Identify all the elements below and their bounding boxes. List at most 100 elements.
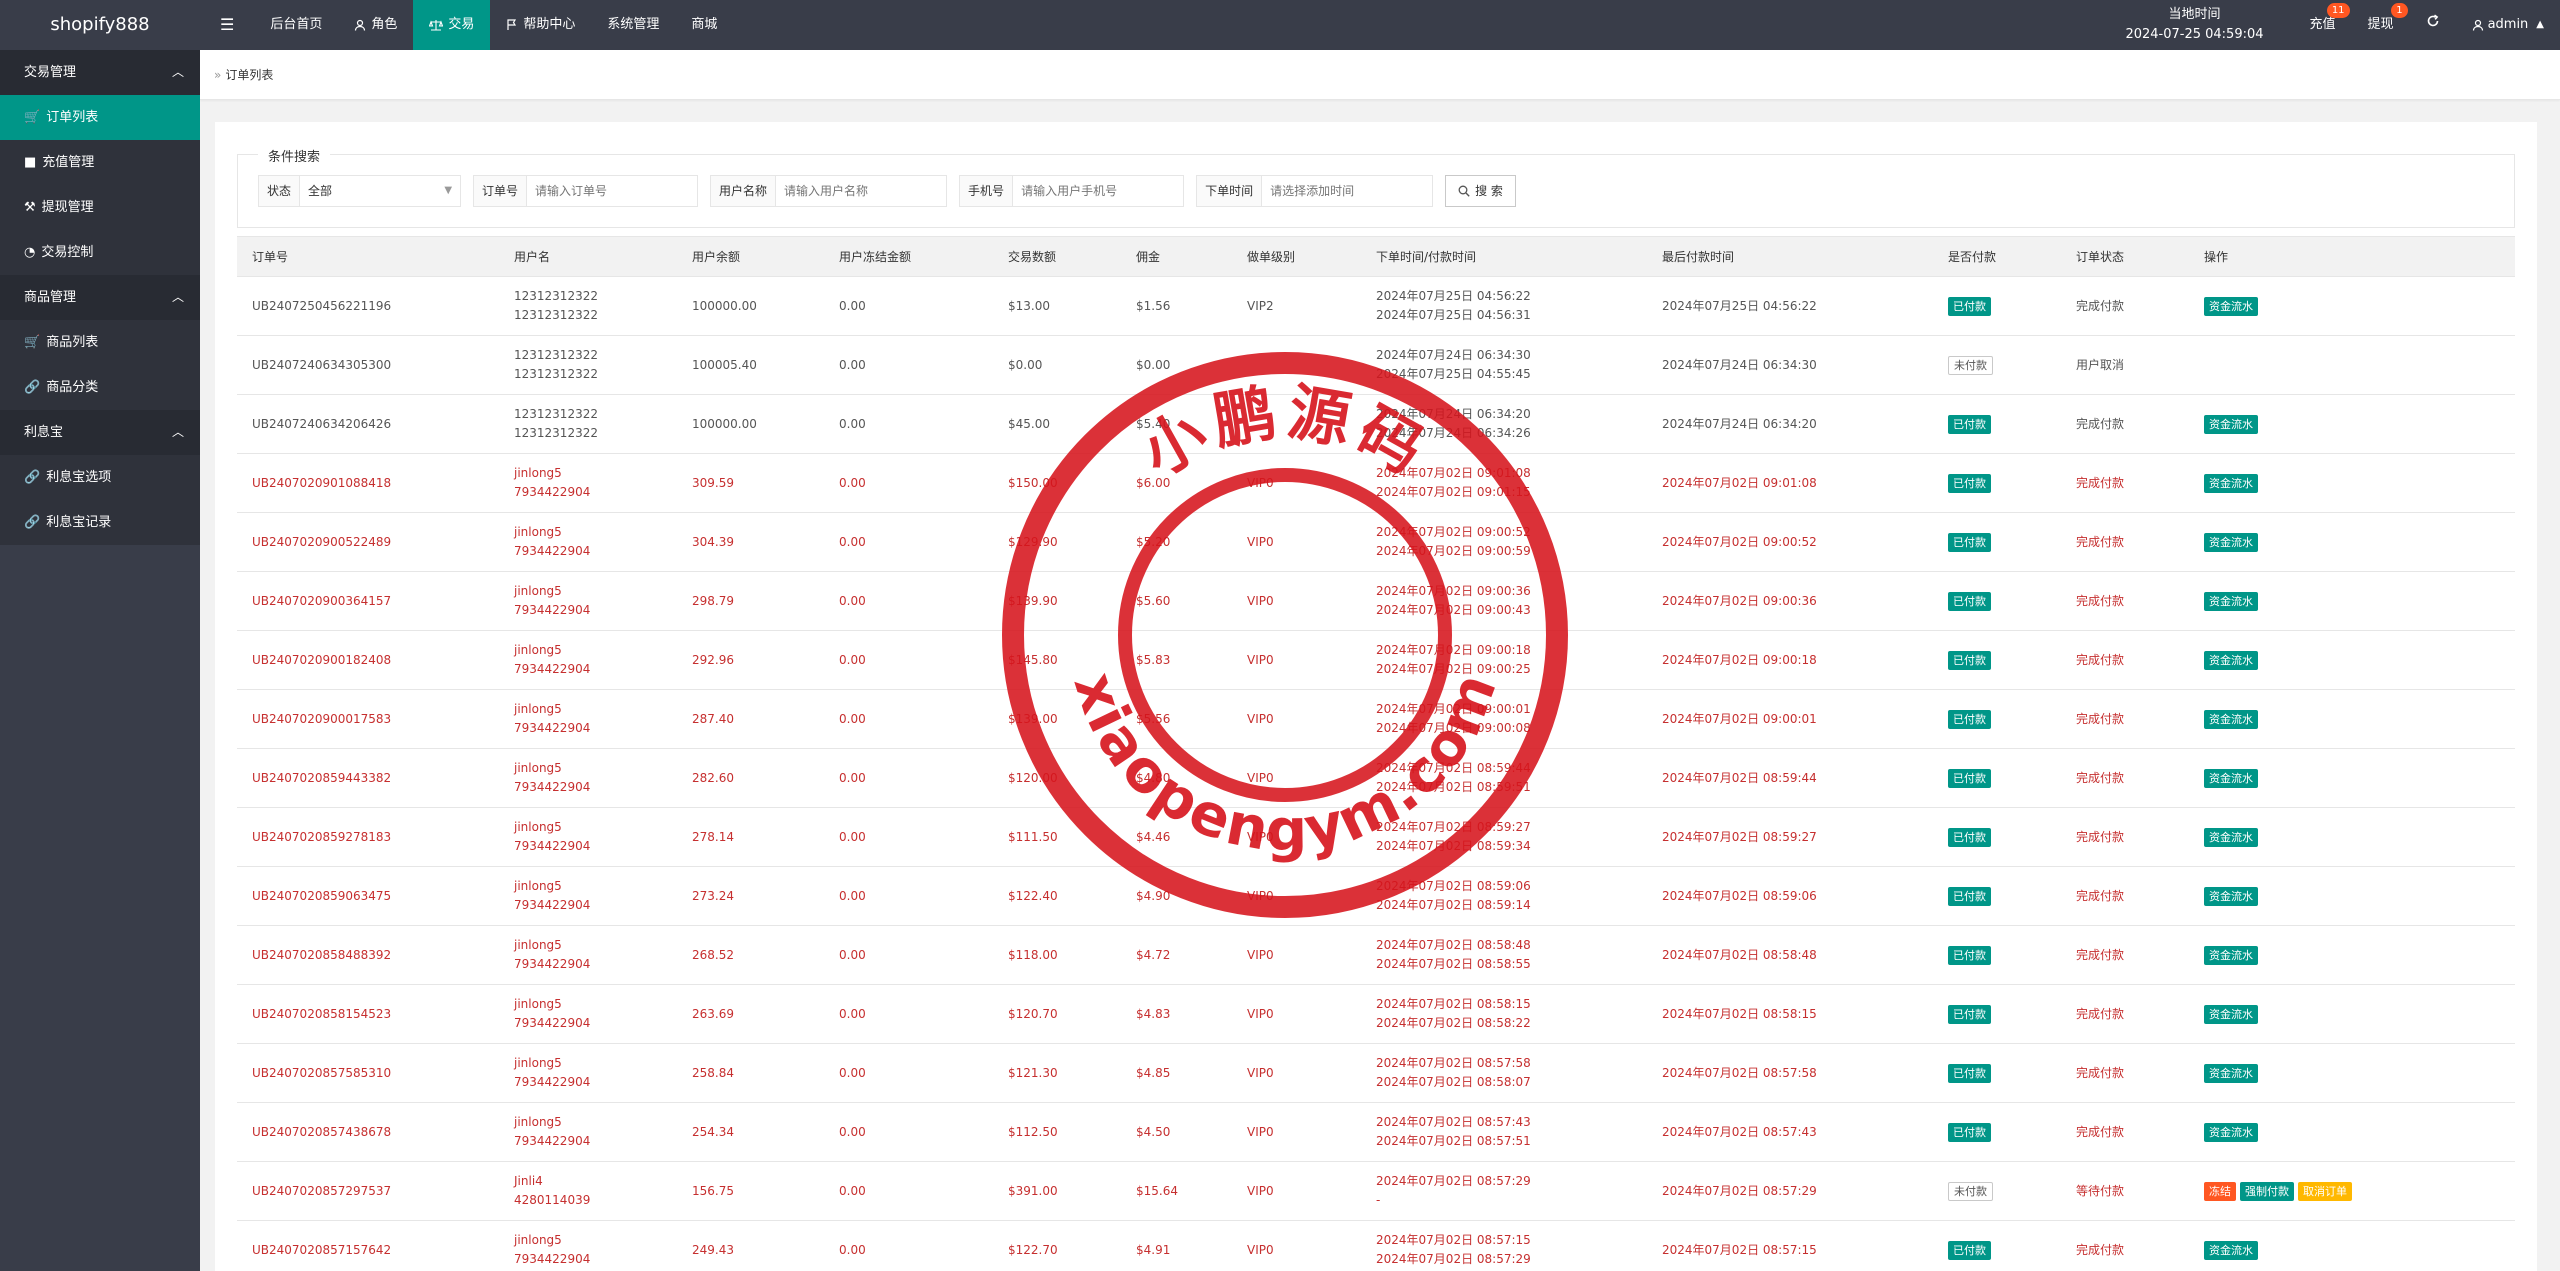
phone-filter: 手机号 <box>959 175 1185 207</box>
fund-flow-button[interactable]: 资金流水 <box>2204 827 2258 847</box>
paid-status-badge: 已付款 <box>1948 827 1991 847</box>
fund-flow-button[interactable]: 资金流水 <box>2204 1122 2258 1142</box>
app-logo[interactable]: shopify888 <box>0 0 200 50</box>
sidebar-item-withdraw[interactable]: ⚒ 提现管理 <box>0 185 200 230</box>
topnav-mall[interactable]: 商城 <box>675 0 733 50</box>
table-row: UB2407020858488392 jinlong5 7934422904 268.… <box>237 925 2515 985</box>
fund-flow-button[interactable]: 资金流水 <box>2204 1240 2258 1260</box>
fund-flow-button[interactable]: 资金流水 <box>2204 1063 2258 1083</box>
menu-toggle-icon[interactable]: ☰ <box>200 0 254 50</box>
recharge-link[interactable]: 充值 11 <box>2294 0 2352 50</box>
table-cell: VIP0 <box>1232 453 1361 513</box>
table-cell: VIP2 <box>1232 276 1361 336</box>
table-cell: 0.00 <box>824 630 993 690</box>
table-cell: 资金流水 <box>2189 1043 2515 1103</box>
paid-status-badge: 已付款 <box>1948 650 1991 670</box>
table-cell: 254.34 <box>677 1102 824 1162</box>
table-cell: jinlong5 7934422904 <box>499 512 677 572</box>
fund-flow-button[interactable]: 资金流水 <box>2204 296 2258 316</box>
time-input[interactable] <box>1262 176 1433 206</box>
table-row: UB2407020857585310 jinlong5 7934422904 258.… <box>237 1043 2515 1103</box>
status-select[interactable]: 全部 ▼ <box>300 176 460 206</box>
table-cell: $0.00 <box>1121 335 1232 395</box>
topnav-system[interactable]: 系统管理 <box>591 0 675 50</box>
table-cell: 278.14 <box>677 807 824 867</box>
sidebar-group-interest[interactable]: 利息宝 ︿ <box>0 410 200 455</box>
cart-icon: 🛒 <box>24 110 41 125</box>
sidebar-item-goods-list[interactable]: 🛒 商品列表 <box>0 320 200 365</box>
sidebar-item-interest-records[interactable]: 🔗 利息宝记录 <box>0 500 200 545</box>
cancel-order-button[interactable]: 取消订单 <box>2298 1181 2352 1201</box>
table-cell: 100000.00 <box>677 394 824 454</box>
force-pay-button[interactable]: 强制付款 <box>2240 1181 2294 1201</box>
table-cell: UB2407250456221196 <box>237 276 499 336</box>
table-cell: 2024年07月02日 08:57:29 <box>1647 1161 1933 1221</box>
sidebar-group-trade[interactable]: 交易管理 ︿ <box>0 50 200 95</box>
fund-flow-button[interactable]: 资金流水 <box>2204 886 2258 906</box>
table-cell: $5.83 <box>1121 630 1232 690</box>
sidebar-item-interest-options[interactable]: 🔗 利息宝选项 <box>0 455 200 500</box>
fund-flow-button[interactable]: 资金流水 <box>2204 945 2258 965</box>
table-cell: UB2407020859278183 <box>237 807 499 867</box>
orders-table: 订单号 用户名 用户余额 用户冻结金额 交易数额 佣金 做单级别 下单时间/付款时间 最后付款时… <box>237 236 2515 1271</box>
username-input[interactable] <box>776 176 947 206</box>
table-cell: $120.00 <box>993 748 1121 808</box>
table-cell: 2024年07月02日 09:00:01 2024年07月02日 09:00:08 <box>1361 689 1647 749</box>
scale-icon <box>429 20 444 31</box>
table-cell: jinlong5 7934422904 <box>499 1043 677 1103</box>
topnav-role[interactable]: 角色 <box>338 0 413 50</box>
withdraw-link[interactable]: 提现 1 <box>2352 0 2410 50</box>
table-cell: UB2407020900364157 <box>237 571 499 631</box>
sidebar-group-goods[interactable]: 商品管理 ︿ <box>0 275 200 320</box>
table-cell: 2024年07月25日 04:56:22 <box>1647 276 1933 336</box>
user-menu[interactable]: admin ▲ <box>2456 0 2560 50</box>
table-cell: 0.00 <box>824 1043 993 1103</box>
fund-flow-button[interactable]: 资金流水 <box>2204 709 2258 729</box>
table-cell: UB2407020900017583 <box>237 689 499 749</box>
fund-flow-button[interactable]: 资金流水 <box>2204 414 2258 434</box>
table-cell: 已付款 <box>1933 276 2061 336</box>
refresh-icon[interactable] <box>2410 0 2456 50</box>
table-cell: 0.00 <box>824 512 993 572</box>
withdraw-badge: 1 <box>2391 3 2408 18</box>
time-filter: 下单时间 <box>1196 175 1434 207</box>
table-cell: 完成付款 <box>2061 689 2189 749</box>
topnav-trade[interactable]: 交易 <box>413 0 491 50</box>
table-cell: jinlong5 7934422904 <box>499 748 677 808</box>
table-cell: VIP0 <box>1232 925 1361 985</box>
table-cell: 已付款 <box>1933 807 2061 867</box>
fund-flow-button[interactable]: 资金流水 <box>2204 650 2258 670</box>
table-cell: VIP0 <box>1232 1161 1361 1221</box>
table-cell: UB2407020858154523 <box>237 984 499 1044</box>
sidebar-item-orders[interactable]: 🛒 订单列表 <box>0 95 200 140</box>
sidebar-item-recharge[interactable]: ■ 充值管理 <box>0 140 200 185</box>
table-row: UB2407020857438678 jinlong5 7934422904 254.… <box>237 1102 2515 1162</box>
fund-flow-button[interactable]: 资金流水 <box>2204 1004 2258 1024</box>
paid-status-badge: 未付款 <box>1948 355 1993 375</box>
freeze-button[interactable]: 冻结 <box>2204 1181 2236 1201</box>
table-cell: UB2407020859063475 <box>237 866 499 926</box>
table-cell: $122.70 <box>993 1220 1121 1271</box>
table-cell: $139.00 <box>993 689 1121 749</box>
phone-input[interactable] <box>1013 176 1184 206</box>
table-cell <box>1232 335 1361 395</box>
topnav-help[interactable]: 帮助中心 <box>490 0 591 50</box>
table-cell: 0.00 <box>824 748 993 808</box>
table-cell: 等待付款 <box>2061 1161 2189 1221</box>
fund-flow-button[interactable]: 资金流水 <box>2204 473 2258 493</box>
table-cell: 资金流水 <box>2189 866 2515 926</box>
gauge-icon: ◔ <box>24 245 36 260</box>
fund-flow-button[interactable]: 资金流水 <box>2204 532 2258 552</box>
fund-flow-button[interactable]: 资金流水 <box>2204 591 2258 611</box>
order-filter: 订单号 <box>473 175 699 207</box>
fund-flow-button[interactable]: 资金流水 <box>2204 768 2258 788</box>
table-cell: 2024年07月25日 04:56:22 2024年07月25日 04:56:31 <box>1361 276 1647 336</box>
table-cell: 2024年07月02日 08:59:06 <box>1647 866 1933 926</box>
column-header: 交易数额 <box>993 236 1121 277</box>
table-cell: 2024年07月24日 06:34:20 2024年07月24日 06:34:26 <box>1361 394 1647 454</box>
sidebar-item-goods-category[interactable]: 🔗 商品分类 <box>0 365 200 410</box>
search-button[interactable]: 搜 索 <box>1445 175 1516 207</box>
sidebar-item-trade-control[interactable]: ◔ 交易控制 <box>0 230 200 275</box>
order-input[interactable] <box>527 176 698 206</box>
topnav-home[interactable]: 后台首页 <box>254 0 338 50</box>
